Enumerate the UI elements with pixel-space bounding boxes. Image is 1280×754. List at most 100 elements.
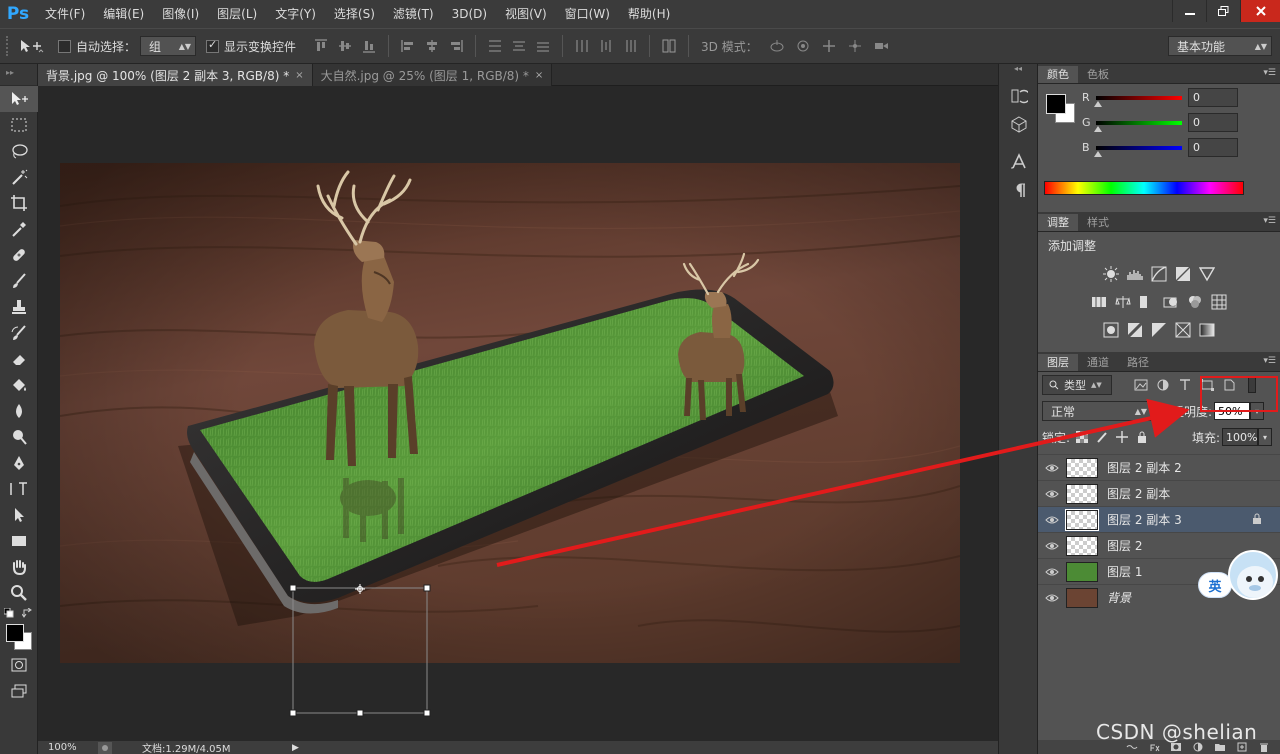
panel-menu-icon[interactable]: ▾☰ bbox=[1263, 68, 1276, 78]
healing-brush-tool[interactable] bbox=[0, 242, 38, 268]
foreground-swatch[interactable] bbox=[1046, 94, 1066, 114]
move-tool-preset[interactable] bbox=[14, 38, 48, 54]
align-hcenter-icon[interactable] bbox=[421, 35, 443, 57]
menu-layer[interactable]: 图层(L) bbox=[208, 0, 266, 28]
distribute-right-icon[interactable] bbox=[619, 35, 641, 57]
threshold-icon[interactable] bbox=[1150, 321, 1168, 339]
tab-paths[interactable]: 路径 bbox=[1118, 354, 1158, 371]
levels-icon[interactable] bbox=[1126, 265, 1144, 283]
workspace-dropdown[interactable]: 基本功能 ▲▼ bbox=[1168, 36, 1272, 56]
tab-styles[interactable]: 样式 bbox=[1078, 214, 1118, 231]
selective-color-icon[interactable] bbox=[1174, 321, 1192, 339]
tab-close-icon[interactable]: × bbox=[535, 70, 543, 81]
photo-filter-icon[interactable] bbox=[1162, 293, 1180, 311]
layer-name[interactable]: 图层 2 副本 bbox=[1107, 485, 1170, 502]
history-brush-tool[interactable] bbox=[0, 320, 38, 346]
document-canvas[interactable] bbox=[38, 86, 998, 741]
channel-mixer-icon[interactable] bbox=[1186, 293, 1204, 311]
eye-icon[interactable] bbox=[1038, 567, 1066, 577]
tab-close-icon[interactable]: × bbox=[295, 70, 303, 81]
layer-name[interactable]: 背景 bbox=[1107, 589, 1131, 606]
filter-adjustment-icon[interactable] bbox=[1156, 379, 1170, 391]
tab-channels[interactable]: 通道 bbox=[1078, 354, 1118, 371]
options-grip[interactable] bbox=[6, 36, 14, 56]
marquee-tool[interactable] bbox=[0, 112, 38, 138]
distribute-vcenter-icon[interactable] bbox=[508, 35, 530, 57]
brightness-icon[interactable] bbox=[1102, 265, 1120, 283]
drag-3d-icon[interactable] bbox=[818, 35, 840, 57]
ime-language-badge[interactable]: 英 bbox=[1198, 572, 1232, 598]
invert-icon[interactable] bbox=[1102, 321, 1120, 339]
auto-select-dropdown[interactable]: 组 ▲▼ bbox=[140, 36, 197, 56]
move-tool[interactable] bbox=[0, 86, 38, 112]
blue-slider[interactable] bbox=[1094, 145, 1182, 157]
color-balance-icon[interactable] bbox=[1114, 293, 1132, 311]
blue-input[interactable]: 0 bbox=[1188, 138, 1238, 157]
fill-slider-button[interactable]: ▾ bbox=[1258, 428, 1272, 446]
color-spectrum[interactable] bbox=[1044, 181, 1244, 195]
3d-panel-button[interactable] bbox=[999, 110, 1039, 138]
align-top-icon[interactable] bbox=[310, 35, 332, 57]
zoom-level[interactable]: 100% bbox=[38, 742, 98, 753]
vibrance-icon[interactable] bbox=[1198, 265, 1216, 283]
color-swatches[interactable] bbox=[0, 606, 37, 652]
status-menu-icon[interactable] bbox=[98, 741, 112, 754]
menu-edit[interactable]: 编辑(E) bbox=[94, 0, 153, 28]
brush-tool[interactable] bbox=[0, 268, 38, 294]
fill-input[interactable]: 100% bbox=[1222, 428, 1258, 446]
lock-transparent-icon[interactable] bbox=[1076, 431, 1089, 443]
restore-button[interactable] bbox=[1206, 0, 1240, 22]
tab-layers[interactable]: 图层 bbox=[1038, 354, 1078, 371]
eye-icon[interactable] bbox=[1038, 489, 1066, 499]
show-transform-checkbox[interactable] bbox=[206, 38, 220, 53]
gradient-map-icon[interactable] bbox=[1198, 321, 1216, 339]
filter-pixel-icon[interactable] bbox=[1134, 379, 1148, 391]
hue-saturation-icon[interactable] bbox=[1090, 293, 1108, 311]
slider-knob[interactable] bbox=[1094, 150, 1102, 157]
minimize-button[interactable] bbox=[1172, 0, 1206, 22]
eye-icon[interactable] bbox=[1038, 515, 1066, 525]
lock-position-icon[interactable] bbox=[1116, 431, 1129, 443]
align-bottom-icon[interactable] bbox=[358, 35, 380, 57]
tools-panel-header[interactable]: ▸▸ bbox=[0, 64, 37, 86]
canvas-area[interactable] bbox=[38, 86, 998, 741]
blend-mode-dropdown[interactable]: 正常 ▲▼ bbox=[1042, 401, 1152, 421]
align-right-icon[interactable] bbox=[445, 35, 467, 57]
menu-3d[interactable]: 3D(D) bbox=[443, 0, 496, 28]
status-arrow-icon[interactable]: ▶ bbox=[292, 743, 299, 753]
hand-tool[interactable] bbox=[0, 554, 38, 580]
menu-filter[interactable]: 滤镜(T) bbox=[384, 0, 443, 28]
layer-filter-dropdown[interactable]: 类型 ▲▼ bbox=[1042, 375, 1112, 395]
type-tool[interactable] bbox=[0, 476, 38, 502]
swap-colors-icon[interactable] bbox=[22, 608, 32, 618]
green-slider[interactable] bbox=[1094, 120, 1182, 132]
slider-knob[interactable] bbox=[1094, 125, 1102, 132]
roll-3d-icon[interactable] bbox=[792, 35, 814, 57]
auto-align-icon[interactable] bbox=[658, 35, 680, 57]
menu-view[interactable]: 视图(V) bbox=[496, 0, 556, 28]
quick-mask-button[interactable] bbox=[0, 652, 38, 678]
tab-color[interactable]: 颜色 bbox=[1038, 66, 1078, 83]
distribute-hcenter-icon[interactable] bbox=[595, 35, 617, 57]
curves-icon[interactable] bbox=[1150, 265, 1168, 283]
default-colors-icon[interactable] bbox=[4, 608, 14, 618]
paint-bucket-tool[interactable] bbox=[0, 372, 38, 398]
scale-3d-icon[interactable] bbox=[870, 35, 892, 57]
lock-pixels-icon[interactable] bbox=[1096, 431, 1108, 443]
blur-tool[interactable] bbox=[0, 398, 38, 424]
path-selection-tool[interactable] bbox=[0, 502, 38, 528]
color-lookup-icon[interactable] bbox=[1210, 293, 1228, 311]
lock-all-icon[interactable] bbox=[1136, 431, 1148, 443]
red-input[interactable]: 0 bbox=[1188, 88, 1238, 107]
panel-menu-icon[interactable]: ▾☰ bbox=[1263, 356, 1276, 366]
tab-nature-jpg[interactable]: 大自然.jpg @ 25% (图层 1, RGB/8) * × bbox=[312, 64, 553, 86]
tab-background-jpg[interactable]: 背景.jpg @ 100% (图层 2 副本 3, RGB/8) * × bbox=[38, 64, 313, 86]
menu-image[interactable]: 图像(I) bbox=[153, 0, 208, 28]
dock-collapse-icon[interactable]: ◂◂ bbox=[999, 64, 1037, 76]
posterize-icon[interactable] bbox=[1126, 321, 1144, 339]
slider-knob[interactable] bbox=[1094, 100, 1102, 107]
crop-tool[interactable] bbox=[0, 190, 38, 216]
auto-select-checkbox[interactable] bbox=[58, 39, 71, 53]
screen-mode-button[interactable] bbox=[0, 678, 38, 704]
delete-layer-icon[interactable] bbox=[1258, 742, 1270, 752]
